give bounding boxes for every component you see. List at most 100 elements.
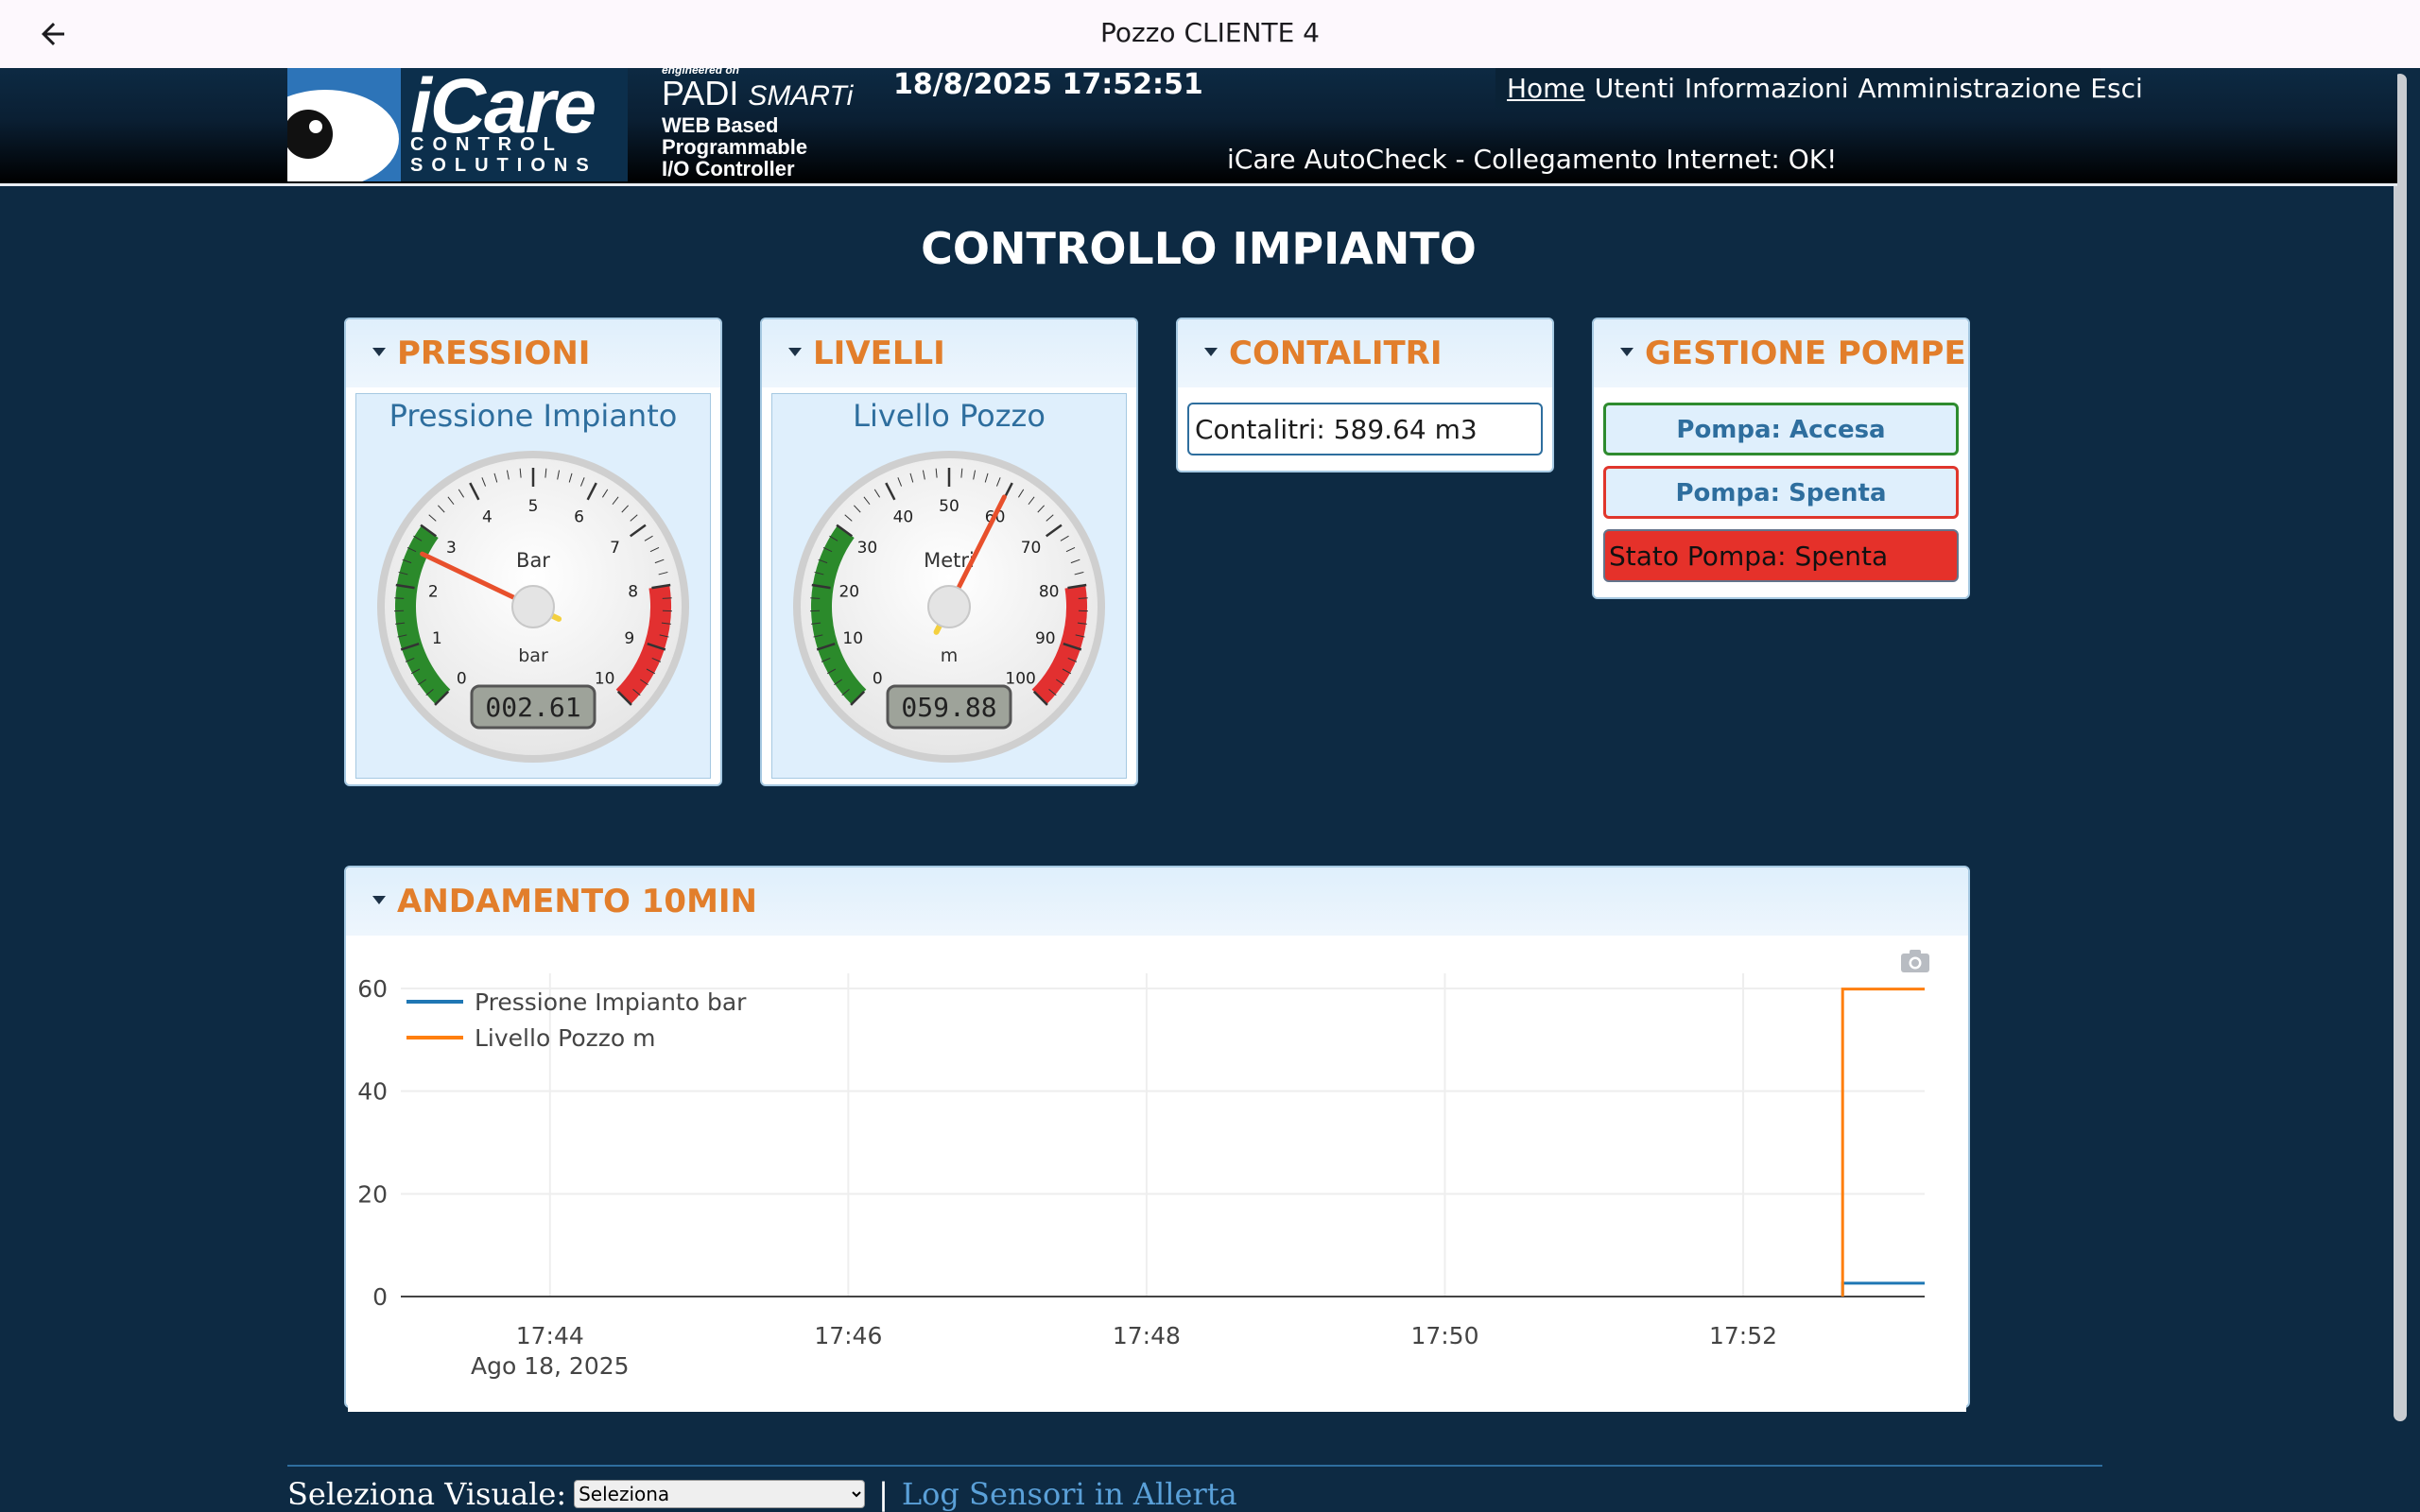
contalitri-value: Contalitri: 589.64 m3 [1187,403,1543,455]
gauge-hub [927,585,971,628]
series-line [1841,1281,1925,1297]
panel-andamento: ANDAMENTO 10MIN 17:44 17:46 17:48 17:50 17:5… [344,866,1970,1412]
footer-bar: Seleziona Visuale: Seleziona | Log Senso… [287,1476,1237,1512]
gauge-livello: Livello Pozzo 0102030405060708090100Metr… [771,393,1127,779]
collapse-triangle-icon[interactable] [372,348,386,356]
panel-contalitri: CONTALITRI Contalitri: 589.64 m3 [1176,318,1554,472]
collapse-triangle-icon[interactable] [1204,348,1218,356]
legend-label: Pressione Impianto bar [475,988,747,1016]
panel-title: ANDAMENTO 10MIN [397,883,758,920]
gauge-tick-label: 9 [624,629,634,648]
panel-header[interactable]: PRESSIONI [346,319,720,387]
panel-title: GESTIONE POMPE [1645,335,1966,372]
gauge-hub [511,585,555,628]
padi-logo: engineered on PADI SMARTi WEB Based Prog… [662,63,854,180]
nav-utenti[interactable]: Utenti [1595,73,1675,104]
app-title: Pozzo CLIENTE 4 [1100,17,1320,48]
autocheck-status: iCare AutoCheck - Collegamento Internet:… [1227,144,1838,175]
icare-logo: iCare CONTROL SOLUTIONS [401,63,628,181]
pump-state-indicator: Stato Pompa: Spenta [1603,529,1959,582]
gauge-tick-label: 2 [428,582,439,601]
x-tick-label: 17:50 [1410,1322,1478,1349]
eye-logo-icon [287,68,401,181]
nav-home[interactable]: Home [1507,73,1585,104]
legend-label: Livello Pozzo m [475,1024,656,1052]
gauge-tick-label: 80 [1039,582,1060,601]
gauge-tick-label: 10 [595,670,615,689]
gauge-tick-label: 0 [457,670,467,689]
level-gauge-dial: 0102030405060708090100Metrim059.88 [793,451,1105,763]
panel-header[interactable]: CONTALITRI [1178,319,1552,387]
pump-on-button[interactable]: Pompa: Accesa [1603,403,1959,455]
x-tick-label: 17:52 [1709,1322,1777,1349]
panel-gestione-pompe: GESTIONE POMPE Pompa: Accesa Pompa: Spen… [1592,318,1970,599]
panel-title: CONTALITRI [1229,335,1443,372]
gauge-tick-label: 6 [574,508,584,527]
x-tick-label: 17:46 [814,1322,882,1349]
pressure-gauge-dial: 0 1 2 3 4 5 6 7 8 9 10 Bar bar 002.61 [377,451,689,763]
scrollbar[interactable] [2394,74,2407,1421]
gauge-unit-top: Bar [516,549,550,572]
view-select-label: Seleziona Visuale: [287,1476,567,1512]
gauge-label: Pressione Impianto [389,398,678,434]
view-select[interactable]: Seleziona [574,1480,866,1508]
gauge-tick-label: 50 [939,497,959,516]
camera-icon[interactable] [1900,949,1930,973]
x-tick-label: 17:48 [1113,1322,1181,1349]
panel-title: PRESSIONI [397,335,591,372]
panel-title: LIVELLI [813,335,945,372]
collapse-triangle-icon[interactable] [372,896,386,904]
gauge-tick [662,597,672,599]
gauge-display-value: 002.61 [485,692,580,723]
gauge-tick-label: 90 [1035,629,1056,648]
log-sensori-link[interactable]: Log Sensori in Allerta [902,1476,1237,1512]
gauge-unit-bottom: bar [518,645,548,666]
gauge-tick [394,597,405,599]
app-bar: Pozzo CLIENTE 4 [0,0,2420,68]
gauge-tick-label: 7 [610,539,620,558]
panel-livelli: LIVELLI Livello Pozzo 010203040506070809… [760,318,1138,786]
panel-header[interactable]: ANDAMENTO 10MIN [346,868,1968,936]
gauge-tick-label: 5 [528,497,539,516]
gauge-tick-label: 10 [842,629,863,648]
page-title: CONTROLLO IMPIANTO [921,223,1477,274]
nav-amministrazione[interactable]: Amministrazione [1858,73,2081,104]
gauge-tick-label: 30 [857,539,878,558]
gauge-label: Livello Pozzo [853,398,1046,434]
gauge-tick [810,597,821,599]
gauge-display-value: 059.88 [901,692,996,723]
panel-pressioni: PRESSIONI Pressione Impianto 0 1 2 3 4 5 6 7 8 9 1… [344,318,722,786]
collapse-triangle-icon[interactable] [788,348,802,356]
x-tick-label: 17:44 [516,1322,584,1349]
y-tick-label: 20 [357,1180,388,1208]
current-datetime: 18/8/2025 17:52:51 [893,68,1203,101]
x-date-label: Ago 18, 2025 [471,1352,630,1380]
gauge-tick-label: 40 [893,508,914,527]
y-tick-label: 0 [372,1283,388,1311]
pump-off-button[interactable]: Pompa: Spenta [1603,466,1959,519]
y-tick-label: 60 [357,975,388,1003]
gauge-tick [1078,597,1088,599]
gauge-tick-label: 8 [628,582,638,601]
series-line [1841,988,1925,1297]
gauge-unit-bottom: m [941,645,959,666]
gauge-tick-label: 3 [446,539,457,558]
gauge-pressione: Pressione Impianto 0 1 2 3 4 5 6 7 8 9 10 Bar bar 002… [355,393,711,779]
gauge-tick-label: 1 [432,629,442,648]
gauge-tick-label: 0 [873,670,883,689]
trend-plot: 17:44 17:46 17:48 17:50 17:52 Ago 18, 2025 0 20… [357,973,1925,1380]
main-nav: Home Utenti Informazioni Amministrazione… [1495,68,2143,108]
panel-header[interactable]: GESTIONE POMPE [1594,319,1968,387]
y-tick-label: 40 [357,1078,388,1106]
gauge-tick-label: 100 [1005,670,1035,689]
trend-chart: 17:44 17:46 17:48 17:50 17:52 Ago 18, 2025 0 20… [348,936,1966,1412]
nav-informazioni[interactable]: Informazioni [1685,73,1849,104]
nav-esci[interactable]: Esci [2090,73,2142,104]
collapse-triangle-icon[interactable] [1620,348,1634,356]
gauge-tick-label: 4 [482,508,493,527]
footer-divider [287,1465,2102,1467]
panel-header[interactable]: LIVELLI [762,319,1136,387]
gauge-tick-label: 70 [1021,539,1042,558]
footer-separator: | [878,1476,889,1512]
gauge-tick-label: 20 [838,582,859,601]
